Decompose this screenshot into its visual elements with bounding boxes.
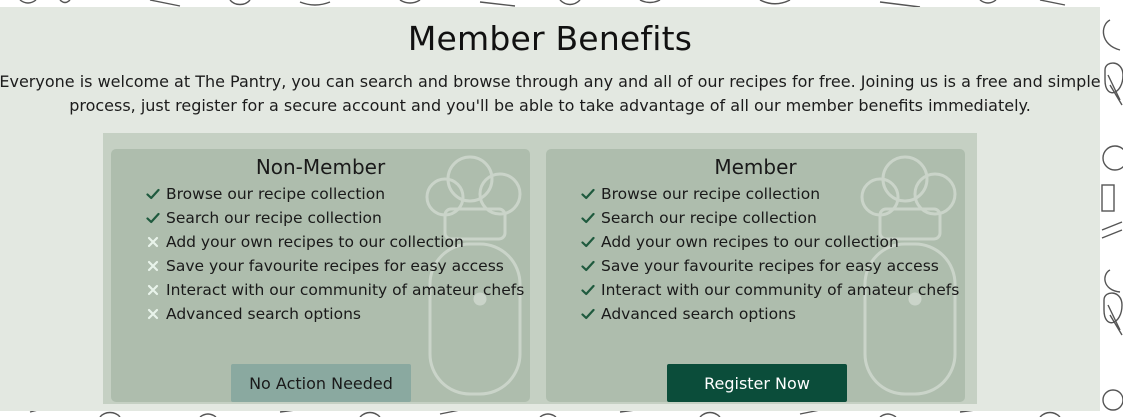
member-card: Member Browse our recipe collection Searc… [546,149,965,402]
feature-text: Interact with our community of amateur c… [166,281,525,299]
check-icon [578,280,598,300]
feature-text: Search our recipe collection [166,209,382,227]
cross-icon [143,280,163,300]
feature-item: Search our recipe collection [578,206,959,230]
non-member-card: Non-Member Browse our recipe collection S… [111,149,530,402]
feature-text: Interact with our community of amateur c… [601,281,960,299]
cross-icon [143,232,163,252]
section-title: Member Benefits [407,19,693,58]
benefit-cards-container: Non-Member Browse our recipe collection S… [103,133,977,404]
feature-item: Advanced search options [578,302,959,326]
feature-item: Save your favourite recipes for easy acc… [578,254,959,278]
feature-text: Add your own recipes to our collection [166,233,464,251]
feature-text: Advanced search options [601,305,796,323]
feature-text: Add your own recipes to our collection [601,233,899,251]
feature-item: Search our recipe collection [143,206,524,230]
feature-item: Add your own recipes to our collection [578,230,959,254]
feature-text: Save your favourite recipes for easy acc… [601,257,939,275]
register-now-button[interactable]: Register Now [667,364,847,402]
check-icon [143,184,163,204]
section-intro: Everyone is welcome at The Pantry, you c… [0,72,1100,115]
feature-text: Browse our recipe collection [601,185,821,203]
non-member-feature-list: Browse our recipe collection Search our r… [143,182,524,326]
feature-item: Add your own recipes to our collection [143,230,524,254]
feature-item: Advanced search options [143,302,524,326]
feature-text: Browse our recipe collection [166,185,386,203]
cross-icon [143,304,163,324]
feature-item: Save your favourite recipes for easy acc… [143,254,524,278]
member-feature-list: Browse our recipe collection Search our r… [578,182,959,326]
cross-icon [143,256,163,276]
check-icon [578,256,598,276]
non-member-title: Non-Member [255,155,386,179]
check-icon [578,184,598,204]
check-icon [578,208,598,228]
feature-item: Interact with our community of amateur c… [578,278,959,302]
feature-item: Browse our recipe collection [143,182,524,206]
feature-item: Browse our recipe collection [578,182,959,206]
check-icon [143,208,163,228]
feature-text: Advanced search options [166,305,361,323]
check-icon [578,304,598,324]
feature-text: Search our recipe collection [601,209,817,227]
member-title: Member [714,155,797,179]
no-action-needed-button[interactable]: No Action Needed [231,364,411,402]
check-icon [578,232,598,252]
member-benefits-section: Member Benefits Everyone is welcome at T… [0,7,1100,411]
feature-item: Interact with our community of amateur c… [143,278,524,302]
feature-text: Save your favourite recipes for easy acc… [166,257,504,275]
